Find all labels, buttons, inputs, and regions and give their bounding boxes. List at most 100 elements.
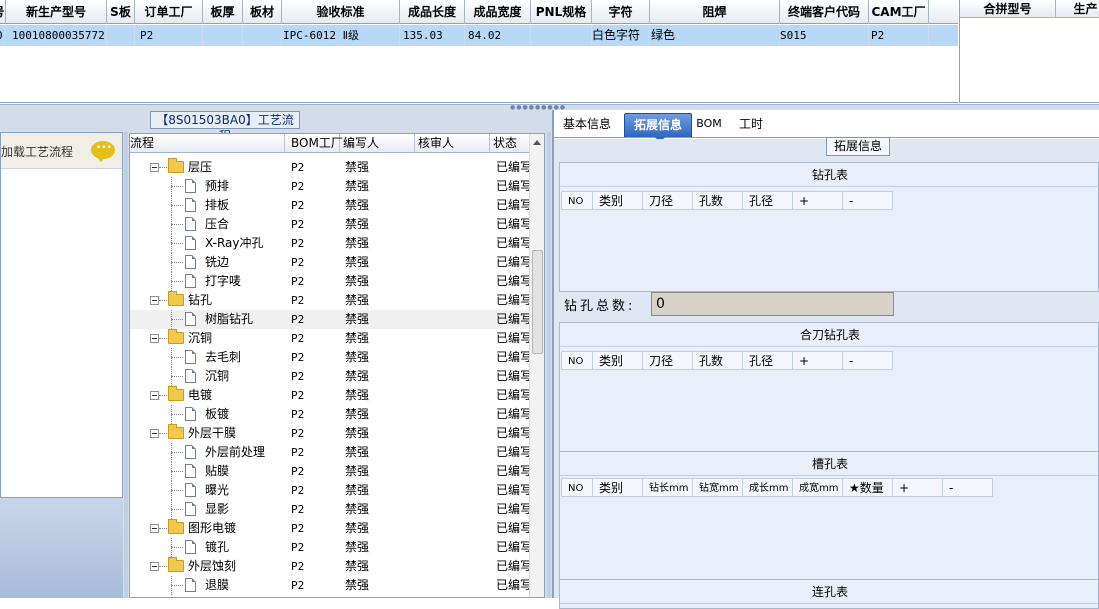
drill-col-hole-count[interactable]: 孔数 [693, 191, 743, 210]
drill-col-no[interactable]: NO [561, 191, 593, 210]
drill-col-tool-diameter[interactable]: 刀径 [643, 191, 693, 210]
col-header-customer-code[interactable]: 终端客户代码 [780, 0, 869, 24]
col-header-author[interactable]: 编写人 [340, 134, 415, 153]
tree-cell-author: 禁强 [345, 255, 370, 269]
slot-col-quantity[interactable]: ★数量 [843, 478, 893, 497]
drill-add-button[interactable]: + [793, 191, 843, 210]
load-process-button[interactable]: 加载工艺流程 ••• [1, 133, 122, 169]
tree-row[interactable]: 沉铜 P2 禁强 已编写 [130, 329, 530, 348]
cell-pnl [531, 25, 592, 46]
tree-row[interactable]: 贴膜 P2 禁强 已编写 [130, 462, 530, 481]
tree-row[interactable]: 打字唛 P2 禁强 已编写 [130, 272, 530, 291]
tab-work-hours[interactable]: 工时 [734, 113, 768, 137]
col-header-combined-model[interactable]: 合拼型号 [960, 0, 1056, 18]
tree-row[interactable]: 显影 P2 禁强 已编写 [130, 500, 530, 519]
collapse-icon[interactable] [150, 163, 159, 172]
col-header-status[interactable]: 状态 [490, 134, 530, 153]
combo-col-no[interactable]: NO [561, 351, 593, 370]
tree-row[interactable]: 去毛刺 P2 禁强 已编写 [130, 348, 530, 367]
col-header-character[interactable]: 字符 [592, 0, 650, 24]
slot-add-button[interactable]: + [893, 478, 943, 497]
col-header-flow[interactable]: 流程 [130, 134, 285, 153]
tab-extended-info[interactable]: 拓展信息 [624, 113, 692, 143]
tree-row[interactable]: 预排 P2 禁强 已编写 [130, 177, 530, 196]
col-header-solder[interactable]: 阻焊 [650, 0, 780, 24]
drill-total-field[interactable]: 0 [651, 292, 894, 316]
col-header-pnl[interactable]: PNL规格 [531, 0, 592, 24]
scroll-thumb[interactable] [532, 250, 543, 354]
tree-cell-bom-factory: P2 [291, 351, 305, 364]
tree-scrollbar[interactable] [529, 134, 544, 597]
tab-basic-info[interactable]: 基本信息 [556, 113, 618, 137]
tree-row[interactable]: 铣边 P2 禁强 已编写 [130, 253, 530, 272]
combo-remove-button[interactable]: - [843, 351, 893, 370]
combo-col-hole-diameter[interactable]: 孔径 [743, 351, 793, 370]
slot-remove-button[interactable]: - [943, 478, 993, 497]
col-header-material[interactable]: 板材 [243, 0, 282, 24]
combo-col-hole-count[interactable]: 孔数 [693, 351, 743, 370]
tree-cell-bom-factory: P2 [291, 484, 305, 497]
collapse-icon[interactable] [150, 296, 159, 305]
collapse-icon[interactable] [150, 429, 159, 438]
tree-row[interactable]: 退膜 P2 禁强 已编写 [130, 576, 530, 595]
tree-row[interactable]: 外层蚀刻 P2 禁强 已编写 [130, 557, 530, 576]
left-vertical-splitter[interactable] [124, 132, 128, 598]
col-header-cam-factory[interactable]: CAM工厂 [869, 0, 929, 24]
document-icon [185, 464, 196, 478]
tree-row[interactable]: 层压 P2 禁强 已编写 [130, 158, 530, 177]
scroll-up-arrow-icon[interactable] [533, 140, 541, 145]
col-header-order-factory[interactable]: 订单工厂 [135, 0, 203, 24]
tree-cell-bom-factory: P2 [291, 446, 305, 459]
col-header-reviewer[interactable]: 核审人 [415, 134, 490, 153]
col-header-model[interactable]: 新生产型号 [6, 0, 107, 24]
combo-col-category[interactable]: 类别 [593, 351, 643, 370]
slot-col-finish-length[interactable]: 成长mm [743, 478, 793, 497]
tree-node-label: 层压 [188, 160, 213, 174]
tree-row[interactable]: 电镀 P2 禁强 已编写 [130, 386, 530, 405]
order-row[interactable]: 0 10010800035772 P2 IPC-6012 Ⅱ级 135.03 8… [0, 25, 958, 46]
slot-col-no[interactable]: NO [561, 478, 593, 497]
tree-row[interactable]: 镀孔 P2 禁强 已编写 [130, 538, 530, 557]
tree-row[interactable]: 图形电镀 P2 禁强 已编写 [130, 519, 530, 538]
combo-add-button[interactable]: + [793, 351, 843, 370]
tree-cell-bom-factory: P2 [291, 180, 305, 193]
drill-table-title: 钻孔表 [560, 163, 1099, 187]
tree-row[interactable]: 树脂钻孔 P2 禁强 已编写 [130, 310, 530, 329]
collapse-icon[interactable] [150, 562, 159, 571]
slot-col-drill-length[interactable]: 钻长mm [643, 478, 693, 497]
tree-row[interactable]: 外层前处理 P2 禁强 已编写 [130, 443, 530, 462]
tree-row[interactable]: 压合 P2 禁强 已编写 [130, 215, 530, 234]
slot-col-finish-width[interactable]: 成宽mm [793, 478, 843, 497]
tree-row[interactable]: 板镀 P2 禁强 已编写 [130, 405, 530, 424]
tab-bom[interactable]: BOM [694, 113, 724, 137]
slot-col-drill-width[interactable]: 钻宽mm [693, 478, 743, 497]
tree-cell-status: 已编写 [496, 483, 530, 497]
combo-drill-table-title: 合刀钻孔表 [560, 323, 1099, 347]
collapse-icon[interactable] [150, 334, 159, 343]
document-icon [185, 502, 196, 516]
col-header-bom-factory[interactable]: BOM工厂 [288, 134, 343, 153]
col-header-width[interactable]: 成品宽度 [465, 0, 531, 24]
tree-row[interactable]: 曝光 P2 禁强 已编写 [130, 481, 530, 500]
tree-row[interactable]: 沉铜 P2 禁强 已编写 [130, 367, 530, 386]
drill-remove-button[interactable]: - [843, 191, 893, 210]
tree-row[interactable]: 外层干膜 P2 禁强 已编写 [130, 424, 530, 443]
slot-col-category[interactable]: 类别 [593, 478, 643, 497]
col-header-production[interactable]: 生产 [1056, 0, 1099, 18]
collapse-icon[interactable] [150, 524, 159, 533]
col-header-thickness[interactable]: 板厚 [203, 0, 243, 24]
tree-row[interactable]: 排板 P2 禁强 已编写 [130, 196, 530, 215]
drill-col-category[interactable]: 类别 [593, 191, 643, 210]
collapse-icon[interactable] [150, 391, 159, 400]
combo-col-tool-diameter[interactable]: 刀径 [643, 351, 693, 370]
document-icon [185, 274, 196, 288]
middle-vertical-splitter[interactable] [547, 132, 551, 598]
tree-row[interactable]: X-Ray冲孔 P2 禁强 已编写 [130, 234, 530, 253]
tree-cell-status: 已编写 [496, 559, 530, 573]
col-header-length[interactable]: 成品长度 [400, 0, 465, 24]
col-header-standard[interactable]: 验收标准 [282, 0, 400, 24]
tree-row[interactable]: 钻孔 P2 禁强 已编写 [130, 291, 530, 310]
col-header-s-board[interactable]: S板 [107, 0, 135, 24]
drill-col-hole-diameter[interactable]: 孔径 [743, 191, 793, 210]
tree-cell-author: 禁强 [345, 236, 370, 250]
